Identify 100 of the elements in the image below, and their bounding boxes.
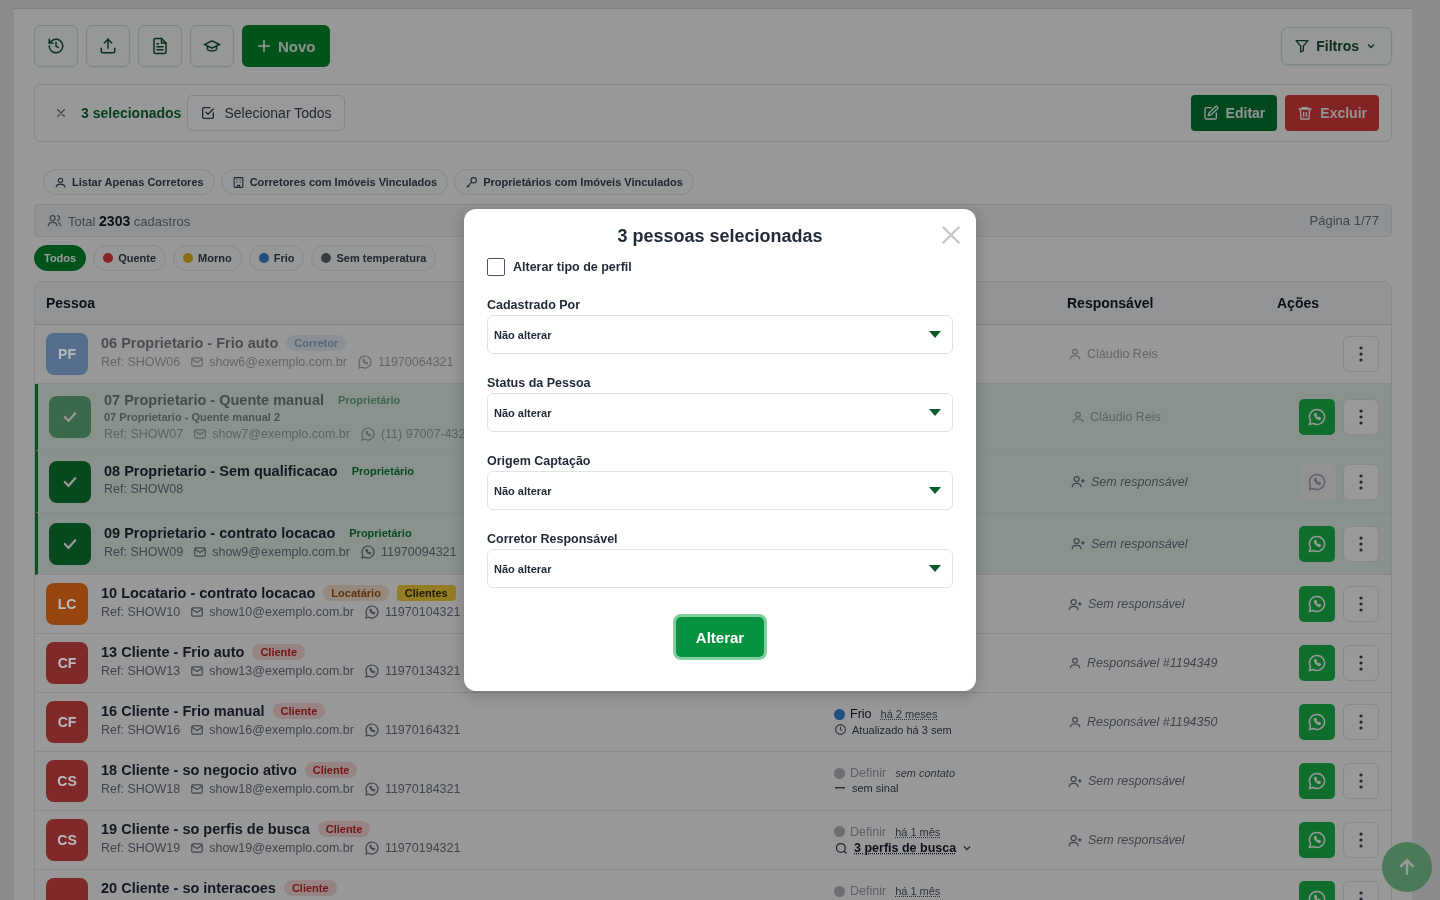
temperature-filter-chip[interactable]: Quente <box>93 245 167 271</box>
profile-tag: Clientes <box>396 585 456 601</box>
person-icon <box>1068 656 1082 670</box>
search-icon <box>834 840 849 856</box>
more-options-button[interactable] <box>1343 586 1379 622</box>
new-button[interactable]: Novo <box>242 25 330 67</box>
reference-code: Ref: SHOW19 <box>101 841 181 855</box>
temperature-filter-chip[interactable]: Morno <box>173 245 242 271</box>
filter-icon <box>1294 38 1311 54</box>
select-field[interactable]: Não alterar <box>487 393 953 432</box>
history-icon <box>47 37 65 55</box>
checkbox[interactable] <box>487 258 505 276</box>
edit-button[interactable]: Editar <box>1190 95 1278 131</box>
row-checkbox[interactable] <box>49 396 91 438</box>
document-button[interactable] <box>138 25 182 67</box>
chat-button[interactable] <box>1299 399 1335 435</box>
chat-phone-icon <box>1307 594 1327 614</box>
select-all-button[interactable]: Selecionar Todos <box>187 95 345 131</box>
person-name[interactable]: 16 Cliente - Frio manual <box>101 703 265 719</box>
responsible-name: Sem responsável <box>1091 474 1188 489</box>
responsible-name: Responsável #1194350 <box>1087 715 1218 729</box>
filters-button[interactable]: Filtros <box>1281 27 1392 65</box>
mail-icon <box>190 782 205 796</box>
vertical-dots-icon <box>1359 773 1363 789</box>
chat-button[interactable] <box>1299 645 1335 681</box>
upload-icon <box>99 37 117 55</box>
dropdown-caret-icon <box>929 409 941 416</box>
close-icon <box>940 224 962 246</box>
upload-button[interactable] <box>86 25 130 67</box>
person-name[interactable]: 18 Cliente - so negocio ativo <box>101 762 297 778</box>
person-name[interactable]: 13 Cliente - Frio auto <box>101 644 245 660</box>
users-icon <box>47 213 62 228</box>
mail-icon <box>193 544 208 559</box>
graduation-cap-button[interactable] <box>190 25 234 67</box>
chat-phone-icon <box>1307 712 1327 732</box>
selected-count: 3 selecionados <box>81 105 182 121</box>
chat-button[interactable] <box>1299 704 1335 740</box>
person-name[interactable]: 06 Proprietario - Frio auto <box>101 335 279 351</box>
more-options-button[interactable] <box>1343 645 1379 681</box>
select-field[interactable]: Não alterar <box>487 549 953 588</box>
more-options-button[interactable] <box>1343 463 1379 500</box>
person-name[interactable]: 07 Proprietario - Quente manual <box>104 392 324 408</box>
history-button[interactable] <box>34 25 78 67</box>
temperature-filter-chip[interactable]: Frio <box>248 245 305 271</box>
total-count: Total 2303 cadastros <box>68 212 191 229</box>
chat-phone-icon <box>1307 653 1327 673</box>
person-name[interactable]: 20 Cliente - so interacoes <box>101 880 276 896</box>
quick-filter-chip[interactable]: Proprietários com Imóveis Vinculados <box>454 169 694 195</box>
mail-icon <box>190 605 205 619</box>
temperature-filter-chip[interactable]: Sem temperatura <box>311 245 437 271</box>
last-contact-note: sem contato <box>895 767 956 779</box>
chat-phone-icon <box>359 543 376 560</box>
chat-button[interactable] <box>1299 822 1335 858</box>
more-options-button[interactable] <box>1343 336 1379 372</box>
phone-number: 11970164321 <box>384 723 461 737</box>
person-name[interactable]: 09 Proprietario - contrato locacao <box>104 524 336 541</box>
scroll-to-top-button[interactable] <box>1382 842 1432 892</box>
last-contact-time: há 2 meses <box>880 708 938 720</box>
apply-button[interactable]: Alterar <box>672 614 768 660</box>
dialog-title: 3 pessoas selecionadas <box>617 226 823 246</box>
person-name[interactable]: 19 Cliente - so perfis de busca <box>101 821 310 837</box>
plus-icon <box>256 38 272 54</box>
profile-tag: Cliente <box>304 762 358 778</box>
chat-button[interactable] <box>1299 763 1335 799</box>
checkbox-label[interactable]: Alterar tipo de perfil <box>513 260 632 274</box>
quick-filter-chip[interactable]: Listar Apenas Corretores <box>43 169 215 195</box>
dash-icon <box>835 787 845 789</box>
last-contact-time: há 1 mês <box>895 825 941 838</box>
select-field[interactable]: Não alterar <box>487 315 953 354</box>
temperature-filter-chip[interactable]: Todos <box>34 245 87 271</box>
more-options-button[interactable] <box>1343 822 1379 858</box>
chat-button[interactable] <box>1299 586 1335 622</box>
row-checkbox[interactable] <box>49 522 91 565</box>
select-field[interactable]: Não alterar <box>487 471 953 510</box>
person-subname: 07 Proprietario - Quente manual 2 <box>104 411 282 423</box>
chat-button[interactable] <box>1299 525 1335 562</box>
row-checkbox[interactable] <box>49 460 91 503</box>
delete-button[interactable]: Excluir <box>1285 95 1379 131</box>
vertical-dots-icon <box>1359 596 1363 612</box>
quick-filter-chip[interactable]: Corretores com Imóveis Vinculados <box>220 169 449 195</box>
more-options-button[interactable] <box>1343 399 1379 435</box>
more-options-button[interactable] <box>1343 763 1379 799</box>
more-options-button[interactable] <box>1343 525 1379 562</box>
person-icon <box>1068 715 1082 729</box>
phone-number: 11970104321 <box>384 605 461 619</box>
reference-code: Ref: SHOW13 <box>101 664 181 678</box>
person-name[interactable]: 08 Proprietario - Sem qualificacao <box>104 462 338 479</box>
profile-tag: Cliente <box>317 821 371 837</box>
vertical-dots-icon <box>1359 409 1363 425</box>
building-icon <box>231 175 245 189</box>
avatar: CF <box>46 642 88 684</box>
document-icon <box>151 37 169 55</box>
close-button[interactable] <box>940 224 962 246</box>
profile-tag: Proprietário <box>345 462 421 479</box>
more-options-button[interactable] <box>1343 704 1379 740</box>
chat-phone-icon <box>1307 533 1327 554</box>
status-detail[interactable]: 3 perfis de busca <box>854 841 957 855</box>
temperature-label[interactable]: Frio <box>850 707 872 721</box>
email-address: show19@exemplo.com.br <box>209 841 354 855</box>
person-name[interactable]: 10 Locatario - contrato locacao <box>101 585 316 601</box>
